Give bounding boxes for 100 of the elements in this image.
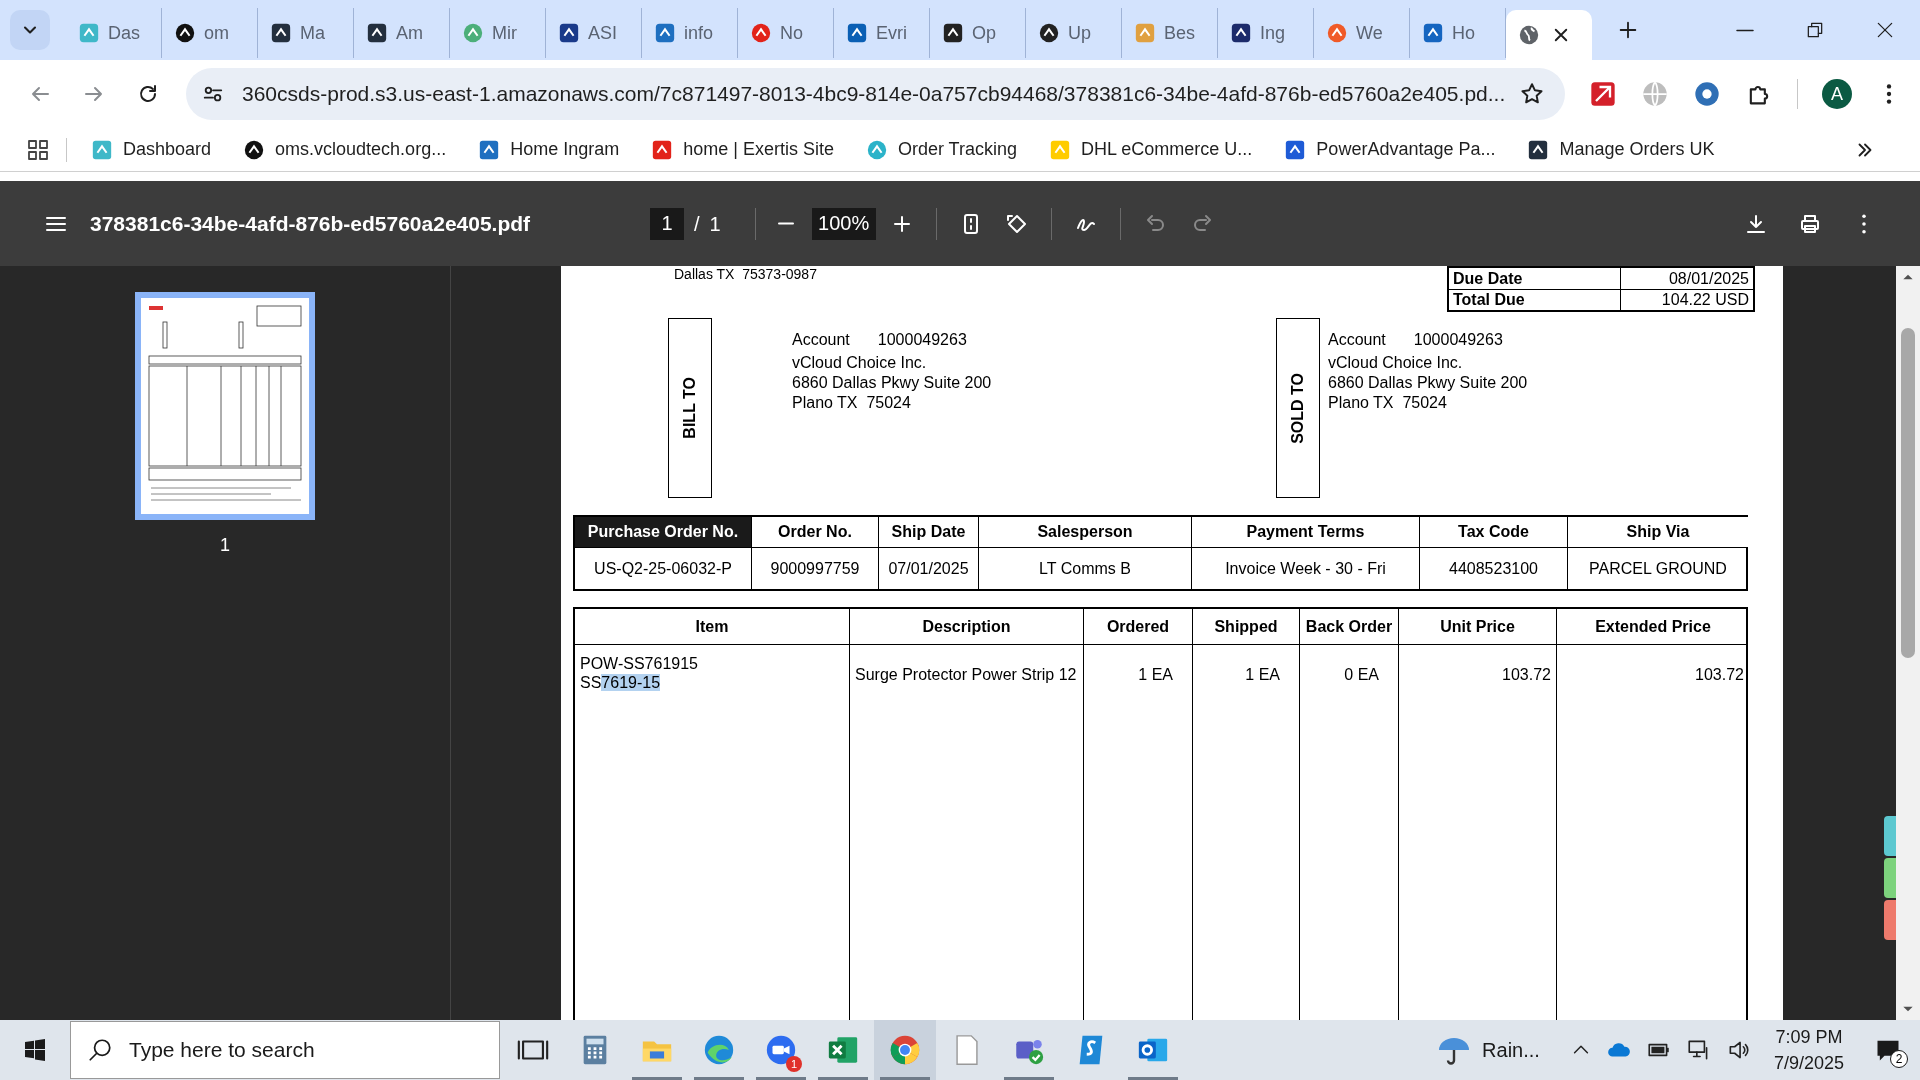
table-cell: Invoice Week - 30 - Fri <box>1191 548 1419 589</box>
tab-title: Op <box>972 21 996 45</box>
plus-icon <box>1617 19 1639 41</box>
browser-tab[interactable]: info <box>642 8 738 58</box>
minimize-icon <box>1735 28 1755 32</box>
browser-tab[interactable]: Ing <box>1218 8 1314 58</box>
tab-title: info <box>684 21 714 45</box>
scrollbar-thumb[interactable] <box>1901 328 1915 658</box>
column-header: Purchase Order No. <box>575 517 751 547</box>
table-cell-text: 103.72 <box>1502 665 1551 685</box>
remit-address: Dallas TX 75373-0987 <box>674 266 817 284</box>
browser-tab[interactable]: ASI <box>546 8 642 58</box>
column-header: Shipped <box>1192 609 1299 644</box>
table-cell: 4408523100 <box>1419 548 1567 589</box>
table-cell-text: 1 EA <box>1245 665 1280 685</box>
bookmark-link[interactable]: Dashboard <box>83 131 220 168</box>
bookmark-link[interactable]: DHL eCommerce U... <box>1041 131 1261 168</box>
browser-tab[interactable]: Mir <box>450 8 546 58</box>
tab-title: Das <box>108 21 140 45</box>
search-field[interactable]: Type here to search <box>70 1021 500 1079</box>
url-text: 360csds-prod.s3.us-east-1.amazonaws.com/7c871497-8013-4bc9-814e-0a757cb94468/378381c6-34be-4afd-876b-ed5760a2e405.pd... <box>242 81 1507 108</box>
bookmark-link[interactable]: Manage Orders UK <box>1519 131 1723 168</box>
browser-tab[interactable]: Am <box>354 8 450 58</box>
tab-title: ASI <box>588 21 617 45</box>
edge-icon <box>702 1033 736 1067</box>
more-icon <box>1862 213 1866 234</box>
tab-title: Bes <box>1164 21 1196 45</box>
browser-tab[interactable]: No <box>738 8 834 58</box>
column-header: Item <box>694 616 730 637</box>
address-line: Plano TX 75024 <box>1328 393 1448 413</box>
summary-label: Due Date <box>1449 268 1621 289</box>
taskbar-app[interactable]: 1 <box>750 1020 812 1080</box>
file-name: 378381c6-34be-4afd-876b-ed5760a2e405.pdf <box>90 210 532 237</box>
bookmark-link[interactable]: Order Tracking <box>857 131 1025 168</box>
browser-tab[interactable]: Bes <box>1122 8 1218 58</box>
tab-title: Ho <box>1452 21 1475 45</box>
browser-tab[interactable]: Up <box>1026 8 1122 58</box>
address-line: 6860 Dallas Pkwy Suite 200 <box>792 373 992 393</box>
close-icon[interactable] <box>1552 26 1570 44</box>
weather-button[interactable]: Rain... <box>1436 1032 1540 1068</box>
table-cell-text: 103.72 <box>1695 665 1744 685</box>
summary-value: 104.22 USD <box>1660 290 1750 310</box>
browser-tab[interactable]: Op <box>930 8 1026 58</box>
address-bar[interactable]: 360csds-prod.s3.us-east-1.amazonaws.com/7c871497-8013-4bc9-814e-0a757cb94468/378381c6-34be-4afd-876b-ed5760a2e405.pd... <box>186 68 1565 120</box>
clock-time: 7:09 PM <box>1775 1026 1843 1049</box>
bookmark-link[interactable]: Home Ingram <box>470 131 628 168</box>
browser-tab[interactable]: Ho <box>1410 8 1506 58</box>
table-cell: 9000997759 <box>751 548 878 589</box>
zoom-out-icon <box>776 222 795 225</box>
clock-date: 7/9/2025 <box>1773 1052 1844 1075</box>
column-header: Ship Via <box>1567 517 1748 547</box>
summary-label: Total Due <box>1449 290 1621 310</box>
party-heading: BILL TO <box>680 377 699 439</box>
account-label: Account <box>792 330 850 350</box>
table-cell-text: 0 EA <box>1344 665 1379 685</box>
account-number: 1000049263 <box>1413 330 1503 350</box>
tab-title: Mir <box>492 21 517 45</box>
tab-search-button[interactable] <box>10 10 50 50</box>
page-label: 1 <box>220 534 230 557</box>
video-camera-icon <box>764 1033 798 1067</box>
tab-title: Ing <box>1260 21 1286 45</box>
scrollbar[interactable] <box>1896 266 1920 1020</box>
browser-tab[interactable]: We <box>1314 8 1410 58</box>
browser-tab[interactable]: Das <box>66 8 162 58</box>
column-header: Extended Price <box>1556 609 1749 644</box>
bookmark-link[interactable]: home | Exertis Site <box>643 131 842 168</box>
page-number-field[interactable]: 1 <box>650 207 684 240</box>
windows-icon <box>23 1038 47 1062</box>
browser-tab[interactable]: Evri <box>834 8 930 58</box>
tab-title: om <box>204 21 229 45</box>
zoom-field[interactable]: 100% <box>811 207 876 240</box>
table-cell: 07/01/2025 <box>878 548 978 589</box>
bookmark-link[interactable]: PowerAdvantage Pa... <box>1276 131 1504 168</box>
summary-value: 08/01/2025 <box>1667 268 1750 289</box>
apps-icon[interactable] <box>26 137 50 162</box>
column-header: Ordered <box>1083 609 1192 644</box>
page-count: 1 <box>709 211 721 237</box>
browser-tab[interactable]: om <box>162 8 258 58</box>
table-cell-text: 1 EA <box>1138 665 1173 685</box>
address-line: Plano TX 75024 <box>792 393 912 413</box>
browser-tab[interactable]: Ma <box>258 8 354 58</box>
column-header: Description <box>849 609 1083 644</box>
address-line: vCloud Choice Inc. <box>792 353 928 373</box>
page-separator: / <box>694 211 700 237</box>
profile-avatar[interactable]: A <box>1822 79 1852 109</box>
tab-title: Am <box>396 21 423 45</box>
tab-title: Ma <box>300 21 325 45</box>
tab-title: No <box>780 21 803 45</box>
search-placeholder: Type here to search <box>129 1037 315 1064</box>
notifications-button[interactable]: 2 <box>1868 1030 1908 1070</box>
restore-icon <box>1805 20 1825 40</box>
item-number: POW-SS761915 <box>580 654 699 673</box>
table-cell: LT Comms B <box>978 548 1191 589</box>
column-header: Back Order <box>1299 609 1398 644</box>
bookmark-link[interactable]: oms.vcloudtech.org... <box>235 131 455 168</box>
chrome-icon <box>888 1033 922 1067</box>
close-icon <box>1875 20 1895 40</box>
item-number: SS7619-15 <box>580 673 662 692</box>
clock[interactable]: 7:09 PM 7/9/2025 <box>1773 1024 1844 1076</box>
browser-tab[interactable] <box>1506 10 1592 60</box>
